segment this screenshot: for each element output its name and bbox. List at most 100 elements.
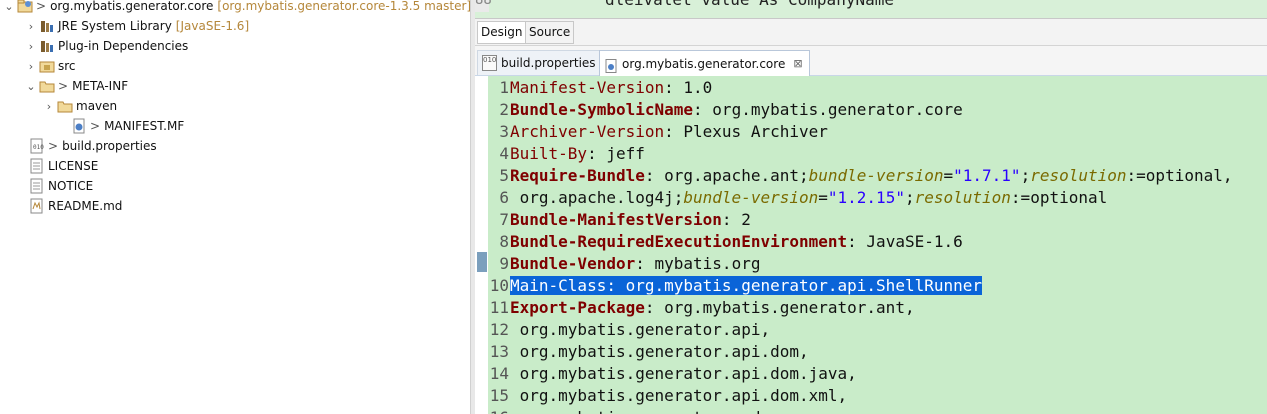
code-line[interactable]: 5 Require-Bundle: org.apache.ant;bundle-v… — [499, 165, 1233, 187]
code-line[interactable]: 14 org.mybatis.generator.api.dom.java, — [490, 363, 857, 385]
code-line[interactable]: 9 Bundle-Vendor: mybatis.org — [499, 253, 761, 275]
line-number: 5 — [499, 166, 509, 185]
code-line[interactable]: 16 org.mybatis.generator.codegen, — [490, 407, 809, 414]
tab-source[interactable]: Source — [525, 21, 575, 44]
code-text: ; — [1020, 166, 1031, 185]
code-area[interactable]: 1 Manifest-Version: 1.0 2 Bundle-SymbolicNa… — [490, 76, 1267, 414]
text-file-icon — [29, 158, 45, 174]
code-line[interactable]: 4 Built-By: jeff — [499, 143, 645, 165]
chevron-right-icon[interactable]: › — [24, 60, 38, 73]
code-text: : mybatis.org — [635, 254, 761, 273]
tree-item-meta-inf[interactable]: ⌄ > META-INF — [24, 76, 128, 96]
code-line[interactable]: 11 Export-Package: org.mybatis.generator.… — [490, 297, 915, 319]
line-number: 8 — [499, 232, 509, 251]
code-line[interactable]: 13 org.mybatis.generator.api.dom, — [490, 341, 809, 363]
properties-file-icon: 010 — [29, 138, 45, 154]
project-label: org.mybatis.generator.core — [50, 0, 214, 13]
manifest-header-key: Bundle-RequiredExecutionEnvironment — [510, 232, 848, 251]
line-number: 12 — [489, 320, 509, 339]
line-number: 13 — [489, 342, 509, 361]
manifest-header-key: Export-Package — [510, 298, 645, 317]
string-literal: "1.7.1" — [953, 166, 1021, 185]
line-number: 1 — [499, 78, 509, 97]
tree-item-manifest[interactable]: > MANIFEST.MF — [56, 116, 184, 136]
tab-build-properties[interactable]: 010 build.properties — [477, 50, 603, 75]
code-text: : JavaSE-1.6 — [847, 232, 963, 251]
chevron-down-icon[interactable]: ⌄ — [2, 0, 16, 13]
code-line[interactable]: 12 org.mybatis.generator.api, — [490, 319, 771, 341]
code-text: : org.apache.ant; — [644, 166, 809, 185]
line-number: 11 — [489, 298, 509, 317]
code-text: org.apache.log4j; — [510, 188, 684, 207]
code-text: org.mybatis.generator.codegen, — [510, 408, 809, 414]
manifest-header-key: Built-By — [510, 144, 588, 163]
tree-item-src[interactable]: › src — [24, 56, 76, 76]
code-text: org.mybatis.generator.api.dom.xml, — [510, 386, 848, 405]
chevron-right-icon[interactable]: › — [42, 100, 56, 113]
attribute-name: bundle-version — [683, 188, 819, 207]
manifest-header-key: Manifest-Version — [510, 78, 665, 97]
code-text: ; — [904, 188, 915, 207]
string-literal: "1.2.15" — [827, 188, 905, 207]
source-folder-icon — [39, 58, 55, 74]
attribute-name: resolution — [914, 188, 1011, 207]
code-text: :=optional, — [1126, 166, 1233, 185]
editor-tabs: 010 build.properties org.mybatis.generat… — [475, 46, 1267, 76]
code-line[interactable]: 6 org.apache.log4j;bundle-version="1.2.1… — [499, 187, 1108, 209]
code-text: : Plexus Archiver — [664, 122, 828, 141]
manifest-header-key: Archiver-Version — [510, 122, 665, 141]
change-marker[interactable] — [477, 252, 487, 272]
code-text: org.mybatis.generator.api.dom, — [510, 342, 809, 361]
markdown-file-icon — [29, 198, 45, 214]
tab-design[interactable]: Design — [477, 21, 527, 44]
tree-project-row[interactable]: ⌄ > org.mybatis.generator.core [org.myba… — [2, 0, 471, 16]
code-line[interactable]: 7 Bundle-ManifestVersion: 2 — [499, 209, 751, 231]
tree-item-license[interactable]: LICENSE — [28, 156, 98, 176]
manifest-file-icon — [71, 118, 87, 134]
attribute-name: resolution — [1030, 166, 1127, 185]
code-text: org.mybatis.generator.api, — [510, 320, 771, 339]
code-line[interactable]: 1 Manifest-Version: 1.0 — [499, 77, 713, 99]
line-number: 10 — [489, 276, 509, 295]
tree-item-notice[interactable]: NOTICE — [28, 176, 93, 196]
code-text: :=optional — [1010, 188, 1108, 207]
line-number: 14 — [489, 364, 509, 383]
properties-file-icon: 010 — [482, 55, 497, 71]
code-line[interactable]: 8 Bundle-RequiredExecutionEnvironment: Ja… — [499, 231, 963, 253]
manifest-header-key: Bundle-SymbolicName — [510, 100, 694, 119]
chevron-right-icon[interactable]: › — [24, 40, 38, 53]
manifest-header-key: Bundle-ManifestVersion — [510, 210, 722, 229]
library-icon — [39, 18, 55, 34]
line-number: 2 — [499, 100, 509, 119]
upper-editor-fragment: 88 dleivalet value As CompanyName — [475, 0, 1267, 18]
line-number: 6 — [499, 188, 509, 207]
tree-item-jre[interactable]: › JRE System Library [JavaSE-1.6] — [24, 16, 249, 36]
code-text: : 1.0 — [664, 78, 713, 97]
tab-manifest[interactable]: org.mybatis.generator.core ⊠ — [599, 50, 810, 76]
tree-item-readme[interactable]: README.md — [28, 196, 122, 216]
tree-item-build-properties[interactable]: 010 > build.properties — [28, 136, 157, 156]
folder-open-icon — [39, 78, 55, 94]
code-line[interactable]: 3 Archiver-Version: Plexus Archiver — [499, 121, 828, 143]
line-number: 7 — [499, 210, 509, 229]
code-text: = — [943, 166, 954, 185]
code-text: org.mybatis.generator.api.dom.java, — [510, 364, 857, 383]
close-icon[interactable]: ⊠ — [793, 52, 802, 76]
code-line[interactable]: 2 Bundle-SymbolicName: org.mybatis.genera… — [499, 99, 962, 121]
code-line[interactable]: 10 Main-Class: org.mybatis.generator.api.… — [490, 275, 983, 297]
text-file-icon — [29, 178, 45, 194]
chevron-down-icon[interactable]: ⌄ — [24, 80, 38, 93]
manifest-file-icon — [605, 57, 618, 73]
line-number: 15 — [489, 386, 509, 405]
line-number: 4 — [499, 144, 509, 163]
tree-item-maven[interactable]: › maven — [42, 96, 117, 116]
folder-icon — [57, 98, 73, 114]
manifest-header-key: Require-Bundle — [510, 166, 645, 185]
line-number: 16 — [487, 407, 509, 414]
library-icon — [39, 38, 55, 54]
tree-item-plugin-deps[interactable]: › Plug-in Dependencies — [24, 36, 188, 56]
chevron-right-icon[interactable]: › — [24, 20, 38, 33]
manifest-source-editor[interactable]: 1 Manifest-Version: 1.0 2 Bundle-SymbolicNa… — [475, 76, 1267, 414]
code-line[interactable]: 15 org.mybatis.generator.api.dom.xml, — [490, 385, 848, 407]
code-text: : 2 — [721, 210, 751, 229]
